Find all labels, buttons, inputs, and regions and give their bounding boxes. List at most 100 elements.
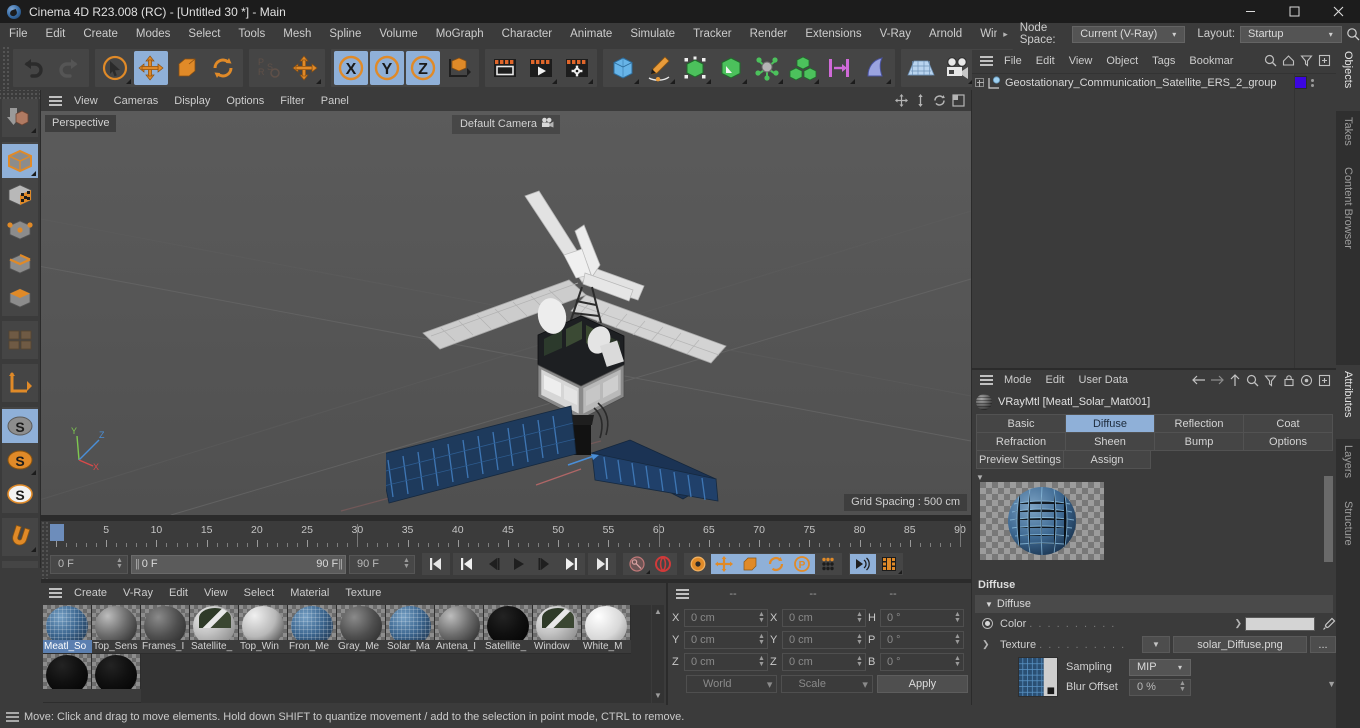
material-cell[interactable]: Satellite_ <box>484 605 533 654</box>
object-row-satellite-group[interactable]: Geostationary_Communication_Satellite_ER… <box>972 74 1336 91</box>
add-deformer-button[interactable] <box>714 51 748 85</box>
search-icon[interactable] <box>1262 52 1279 69</box>
sound-button[interactable] <box>850 554 876 574</box>
add-panel-icon[interactable] <box>1316 372 1333 388</box>
menu-mesh[interactable]: Mesh <box>274 23 320 45</box>
material-cell[interactable]: Top_Sens <box>92 605 141 654</box>
go-to-previous-key-button[interactable] <box>454 554 480 574</box>
spinner-icon[interactable]: ▲ ▼ <box>952 633 963 646</box>
attribute-menu-mode[interactable]: Mode <box>997 369 1039 391</box>
menu-extensions[interactable]: Extensions <box>796 23 870 45</box>
menu-tracker[interactable]: Tracker <box>684 23 741 45</box>
timeline-ruler[interactable]: 051015202530354045505560657075808590 <box>50 524 968 547</box>
material-menu-create[interactable]: Create <box>66 582 115 604</box>
material-cell[interactable]: Fron_Me <box>288 605 337 654</box>
add-scene-object-button[interactable] <box>750 51 784 85</box>
spinner-icon[interactable]: ▲ ▼ <box>756 633 767 646</box>
chevron-right-icon[interactable]: ❯ <box>1234 618 1242 629</box>
material-menu-material[interactable]: Material <box>282 582 337 604</box>
material-cell[interactable]: Gray_Me <box>337 605 386 654</box>
toolbar-grip[interactable] <box>1 46 11 89</box>
spinner-icon[interactable]: ▲ ▼ <box>114 557 125 570</box>
menu-file[interactable]: File <box>0 23 37 45</box>
tab-content-browser[interactable]: Content Browser <box>1336 161 1360 269</box>
move-axis-button[interactable] <box>288 51 322 85</box>
add-layer-icon[interactable] <box>1316 52 1333 69</box>
tab-takes[interactable]: Takes <box>1336 111 1360 161</box>
spinner-icon[interactable]: ▲ ▼ <box>952 655 963 668</box>
timeline-grip[interactable] <box>41 521 49 579</box>
range-left-grip[interactable]: || <box>135 558 140 570</box>
menu-simulate[interactable]: Simulate <box>621 23 684 45</box>
rotate-view-icon[interactable] <box>931 92 948 109</box>
maximize-button[interactable] <box>1272 0 1316 23</box>
minimize-button[interactable] <box>1228 0 1272 23</box>
hamburger-icon[interactable] <box>975 50 997 71</box>
hamburger-icon[interactable] <box>0 705 24 728</box>
render-queue-button[interactable] <box>524 51 558 85</box>
menu-window[interactable]: Wind <box>971 23 997 45</box>
coord-rotation-field[interactable]: 0 ° ▲ ▼ <box>880 631 964 649</box>
hamburger-icon[interactable] <box>975 370 997 391</box>
spinner-icon[interactable]: ▲ ▼ <box>1177 680 1188 693</box>
keyframe-selection-button[interactable] <box>685 554 711 574</box>
texture-path-field[interactable]: solar_Diffuse.png <box>1173 636 1307 653</box>
material-menu-view[interactable]: View <box>196 582 236 604</box>
tab-objects[interactable]: Objects <box>1336 45 1360 111</box>
menu-animate[interactable]: Animate <box>561 23 621 45</box>
menu-vray[interactable]: V-Ray <box>871 23 920 45</box>
scale-key-button[interactable] <box>737 554 763 574</box>
play-button[interactable] <box>506 554 532 574</box>
material-cell[interactable]: Meatl_So <box>43 605 92 654</box>
add-generator-button[interactable] <box>678 51 712 85</box>
menu-overflow-arrow-icon[interactable]: ▸ <box>997 29 1014 40</box>
color-radio[interactable] <box>982 618 993 629</box>
position-key-button[interactable] <box>711 554 737 574</box>
psr-toggle[interactable]: PRS <box>252 51 286 85</box>
spinner-icon[interactable]: ▲ ▼ <box>756 655 767 668</box>
viewport-menu-view[interactable]: View <box>66 90 106 112</box>
material-menu-vray[interactable]: V-Ray <box>115 582 161 604</box>
close-button[interactable] <box>1316 0 1360 23</box>
menu-arnold[interactable]: Arnold <box>920 23 971 45</box>
chevron-down-icon[interactable]: ▼ <box>1327 657 1336 689</box>
material-menu-texture[interactable]: Texture <box>337 582 389 604</box>
material-cell[interactable]: Antena_I <box>435 605 484 654</box>
material-cell[interactable]: White_M <box>582 605 631 654</box>
points-mode[interactable] <box>2 212 38 246</box>
forward-arrow-icon[interactable] <box>1208 372 1225 388</box>
coord-size-field[interactable]: 0 cm ▲ ▼ <box>782 653 866 671</box>
timeline-playhead[interactable] <box>50 524 64 541</box>
go-to-start-button[interactable] <box>423 554 449 574</box>
tab-attributes[interactable]: Attributes <box>1336 365 1360 439</box>
workplane-mode[interactable]: S <box>2 477 38 511</box>
render-settings-button[interactable] <box>560 51 594 85</box>
live-selection-tool[interactable] <box>98 51 132 85</box>
search-icon[interactable] <box>1346 24 1360 44</box>
viewport-menu-display[interactable]: Display <box>166 90 218 112</box>
edges-mode[interactable] <box>2 246 38 280</box>
object-menu-view[interactable]: View <box>1062 50 1100 72</box>
color-swatch[interactable] <box>1245 616 1315 631</box>
material-menu-select[interactable]: Select <box>236 582 283 604</box>
filter-funnel-icon[interactable] <box>1298 52 1315 69</box>
step-forward-button[interactable] <box>532 554 558 574</box>
apply-button[interactable]: Apply <box>876 675 968 693</box>
step-back-button[interactable] <box>480 554 506 574</box>
add-deformer2-button[interactable] <box>858 51 892 85</box>
lock-icon[interactable] <box>1280 372 1297 388</box>
menu-volume[interactable]: Volume <box>370 23 426 45</box>
add-null-button[interactable] <box>822 51 856 85</box>
viewport-menu-filter[interactable]: Filter <box>272 90 312 112</box>
model-mode[interactable] <box>2 144 38 178</box>
menu-modes[interactable]: Modes <box>127 23 180 45</box>
material-scrollbar[interactable]: ▲ ▼ <box>652 605 664 703</box>
up-arrow-icon[interactable] <box>1226 372 1243 388</box>
spinner-icon[interactable]: ▲ ▼ <box>854 633 865 646</box>
texture-mode[interactable] <box>2 178 38 212</box>
object-menu-bookmarks[interactable]: Bookmarks <box>1182 50 1234 72</box>
uv-mode[interactable] <box>2 323 38 357</box>
chevron-up-icon[interactable]: ▲ <box>652 605 664 617</box>
tab-coat[interactable]: Coat <box>1243 414 1333 433</box>
lock-y-axis[interactable]: Y <box>370 50 404 85</box>
